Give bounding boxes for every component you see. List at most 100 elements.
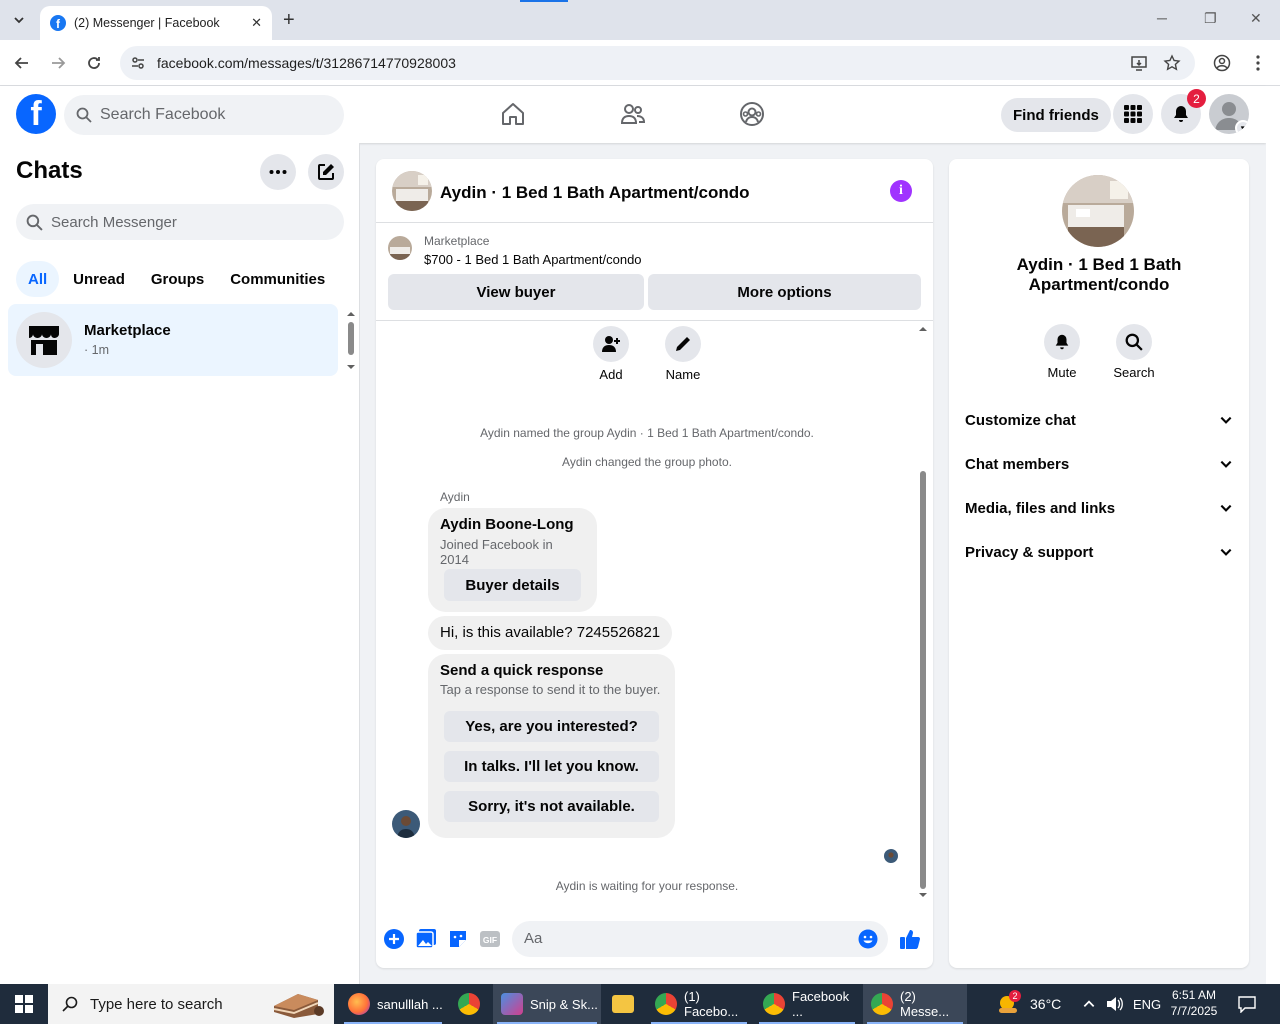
restore-button[interactable]: ❐ bbox=[1204, 10, 1217, 27]
new-tab-button[interactable]: + bbox=[283, 9, 295, 32]
profile-button[interactable] bbox=[1212, 53, 1232, 73]
action-center-button[interactable] bbox=[1238, 984, 1256, 1024]
system-clock[interactable]: 6:51 AM 7/7/2025 bbox=[1166, 987, 1222, 1019]
back-button[interactable] bbox=[12, 53, 32, 73]
chat-time: · 1m bbox=[84, 343, 109, 357]
privacy-support-section[interactable]: Privacy & support bbox=[965, 534, 1233, 570]
mute-action[interactable]: Mute bbox=[1032, 324, 1092, 380]
messenger-search[interactable] bbox=[16, 204, 344, 240]
filter-all[interactable]: All bbox=[16, 261, 60, 297]
tab-search-button[interactable] bbox=[6, 8, 32, 32]
conversation-header: Aydin · 1 Bed 1 Bath Apartment/condo i bbox=[376, 159, 933, 223]
more-options-button[interactable]: More options bbox=[648, 274, 921, 310]
search-highlight-image[interactable] bbox=[272, 988, 326, 1020]
search-in-chat-action[interactable]: Search bbox=[1104, 324, 1164, 380]
browser-tab-messenger[interactable]: f (2) Messenger | Facebook ✕ bbox=[40, 6, 272, 40]
language-indicator[interactable]: ENG bbox=[1133, 984, 1161, 1024]
customize-chat-section[interactable]: Customize chat bbox=[965, 402, 1233, 438]
sidebar-scrollbar[interactable] bbox=[345, 308, 357, 373]
omnibox[interactable]: facebook.com/messages/t/3128671477092800… bbox=[120, 46, 1195, 80]
site-settings-icon[interactable] bbox=[130, 55, 146, 71]
group-photo-large[interactable] bbox=[1062, 175, 1134, 247]
minimize-button[interactable]: ─ bbox=[1157, 10, 1167, 26]
listing-thumbnail[interactable] bbox=[388, 236, 412, 260]
chat-list-item[interactable]: Marketplace · 1m bbox=[8, 304, 338, 376]
send-like-button[interactable] bbox=[898, 927, 922, 951]
attach-photo-button[interactable] bbox=[414, 927, 438, 951]
page-scrollbar[interactable] bbox=[1266, 86, 1280, 984]
chats-sidebar: Chats All Unread Groups Communities Mark… bbox=[0, 143, 360, 984]
gif-icon: GIF bbox=[480, 931, 500, 947]
group-photo[interactable] bbox=[392, 171, 432, 211]
chat-filters: All Unread Groups Communities bbox=[16, 261, 339, 297]
window-close-button[interactable]: ✕ bbox=[1250, 10, 1262, 27]
chat-name: Marketplace bbox=[84, 322, 171, 339]
bookmark-star-icon[interactable] bbox=[1163, 54, 1181, 72]
emoji-icon[interactable] bbox=[858, 929, 878, 949]
taskbar-app-chrome-window-2[interactable]: Facebook ... bbox=[755, 984, 859, 1024]
facebook-search[interactable] bbox=[64, 95, 344, 135]
compose-icon bbox=[318, 164, 334, 180]
thread-scrollbar[interactable] bbox=[918, 321, 928, 901]
reload-button[interactable] bbox=[84, 53, 104, 73]
taskbar-app-snip[interactable]: Snip & Sk... bbox=[493, 984, 601, 1024]
message-input-box[interactable] bbox=[512, 921, 888, 957]
facebook-search-input[interactable] bbox=[100, 106, 320, 124]
sticker-button[interactable] bbox=[446, 927, 470, 951]
menu-button[interactable] bbox=[1113, 94, 1153, 134]
waiting-status: Aydin is waiting for your response. bbox=[555, 879, 739, 893]
install-app-icon[interactable] bbox=[1130, 54, 1148, 72]
quick-response-option[interactable]: In talks. I'll let you know. bbox=[444, 751, 659, 782]
volume-button[interactable] bbox=[1106, 984, 1124, 1024]
buyer-joined: Joined Facebook in 2014 bbox=[440, 537, 553, 567]
messenger-search-input[interactable] bbox=[51, 213, 311, 231]
sender-avatar[interactable] bbox=[392, 810, 420, 838]
taskbar-app-chrome[interactable] bbox=[450, 984, 490, 1024]
quick-response-option[interactable]: Sorry, it's not available. bbox=[444, 791, 659, 822]
quick-response-option[interactable]: Yes, are you interested? bbox=[444, 711, 659, 742]
conversation-info-icon[interactable]: i bbox=[890, 180, 912, 202]
facebook-logo[interactable]: f bbox=[16, 94, 56, 134]
name-group-action[interactable]: Name bbox=[653, 326, 713, 382]
nav-friends[interactable] bbox=[619, 100, 647, 128]
view-buyer-button[interactable]: View buyer bbox=[388, 274, 644, 310]
url-text[interactable]: facebook.com/messages/t/3128671477092800… bbox=[157, 55, 456, 71]
taskbar-app-firefox[interactable]: sanulllah ... bbox=[340, 984, 446, 1024]
message-input[interactable] bbox=[524, 930, 844, 947]
chat-options-button[interactable] bbox=[260, 154, 296, 190]
listing-price[interactable]: $700 - 1 Bed 1 Bath Apartment/condo bbox=[424, 252, 642, 267]
weather-widget[interactable]: 2 36°C bbox=[996, 984, 1061, 1024]
more-actions-button[interactable] bbox=[382, 927, 406, 951]
filter-groups[interactable]: Groups bbox=[139, 261, 216, 297]
filter-communities[interactable]: Communities bbox=[218, 261, 337, 297]
taskbar-search-input[interactable] bbox=[90, 995, 260, 1013]
new-message-button[interactable] bbox=[308, 154, 344, 190]
taskbar-app-explorer[interactable] bbox=[604, 984, 644, 1024]
gif-button[interactable]: GIF bbox=[478, 927, 502, 951]
bell-icon bbox=[1174, 106, 1188, 122]
taskbar-app-chrome-window-1[interactable]: (1) Facebo... bbox=[647, 984, 751, 1024]
find-friends-button[interactable]: Find friends bbox=[1001, 98, 1111, 132]
forward-button[interactable] bbox=[48, 53, 68, 73]
incoming-message[interactable]: Hi, is this available? 7245526821 bbox=[428, 616, 673, 650]
account-avatar[interactable]: ▾ bbox=[1209, 94, 1249, 134]
conversation-panel: Aydin · 1 Bed 1 Bath Apartment/condo i M… bbox=[376, 159, 933, 968]
chats-title: Chats bbox=[16, 157, 83, 184]
start-button[interactable] bbox=[0, 984, 48, 1024]
thumbs-up-icon bbox=[900, 930, 920, 949]
bedroom-photo bbox=[392, 171, 432, 211]
nav-home[interactable] bbox=[499, 100, 527, 128]
nav-groups[interactable] bbox=[738, 100, 766, 128]
media-files-section[interactable]: Media, files and links bbox=[965, 490, 1233, 526]
buyer-details-button[interactable]: Buyer details bbox=[444, 569, 581, 601]
browser-menu-button[interactable] bbox=[1248, 53, 1268, 73]
tab-close-icon[interactable]: ✕ bbox=[251, 15, 262, 31]
filter-unread[interactable]: Unread bbox=[61, 261, 137, 297]
chat-members-section[interactable]: Chat members bbox=[965, 446, 1233, 482]
friends-icon bbox=[620, 104, 646, 124]
tray-overflow-button[interactable] bbox=[1082, 984, 1096, 1024]
search-icon bbox=[62, 996, 78, 1012]
chevron-down-icon bbox=[1220, 460, 1232, 468]
taskbar-app-chrome-window-3[interactable]: (2) Messe... bbox=[863, 984, 967, 1024]
add-people-action[interactable]: Add bbox=[581, 326, 641, 382]
